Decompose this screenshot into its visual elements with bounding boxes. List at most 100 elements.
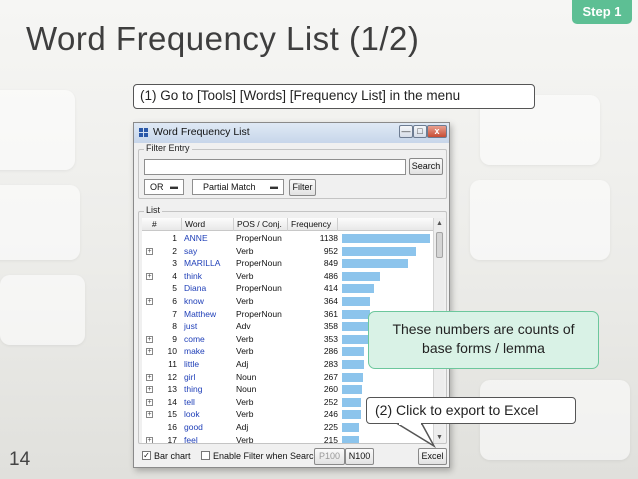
excel-export-button[interactable]: Excel <box>418 448 447 465</box>
frequency-bar <box>342 334 370 344</box>
frequency-bar <box>342 309 370 319</box>
row-number: 9 <box>172 333 177 344</box>
enable-filter-label: Enable Filter when Search <box>213 451 319 461</box>
row-pos: Verb <box>236 245 254 256</box>
window-title: Word Frequency List <box>153 126 250 138</box>
search-button[interactable]: Search <box>409 158 443 175</box>
column-header-word[interactable]: Word <box>182 218 234 231</box>
table-row[interactable]: +4 think Verb 486 <box>142 270 433 283</box>
row-number: 12 <box>167 371 177 382</box>
column-header-number[interactable]: # <box>142 218 182 231</box>
row-number: 8 <box>172 321 177 332</box>
row-frequency: 252 <box>323 396 338 407</box>
expand-plus-icon[interactable]: + <box>146 373 153 381</box>
row-frequency: 267 <box>323 371 338 382</box>
logic-select[interactable]: OR ▬ <box>144 179 184 195</box>
expand-plus-icon[interactable]: + <box>146 398 153 406</box>
frequency-bar <box>342 259 408 269</box>
table-row[interactable]: +12 girl Noun 267 <box>142 371 433 384</box>
enable-filter-checkbox[interactable] <box>201 451 210 460</box>
row-frequency: 486 <box>323 270 338 281</box>
row-frequency: 849 <box>323 258 338 269</box>
row-word: girl <box>184 371 196 382</box>
table-header: # Word POS / Conj. Frequency <box>142 218 433 231</box>
frequency-bar <box>342 347 365 357</box>
filter-entry-label: Filter Entry <box>144 143 192 153</box>
expand-plus-icon[interactable]: + <box>146 247 153 255</box>
table-row[interactable]: +2 say Verb 952 <box>142 245 433 258</box>
row-number: 3 <box>172 258 177 269</box>
frequency-bar <box>342 284 374 294</box>
expand-plus-icon[interactable]: + <box>146 272 153 280</box>
background-key <box>0 90 75 170</box>
chevron-down-icon: ▬ <box>270 182 278 191</box>
row-number: 4 <box>172 270 177 281</box>
close-button[interactable]: x <box>427 125 447 138</box>
match-mode-select[interactable]: Partial Match ▬ <box>192 179 284 195</box>
frequency-bar <box>342 397 362 407</box>
row-frequency: 260 <box>323 384 338 395</box>
maximize-button[interactable]: □ <box>413 125 427 138</box>
row-frequency: 353 <box>323 333 338 344</box>
row-number: 13 <box>167 384 177 395</box>
row-frequency: 361 <box>323 308 338 319</box>
table-row[interactable]: 5 Diana ProperNoun 414 <box>142 282 433 295</box>
table-row[interactable]: +6 know Verb 364 <box>142 295 433 308</box>
row-pos: Verb <box>236 333 254 344</box>
minimize-button[interactable]: — <box>399 125 413 138</box>
scroll-up-icon[interactable]: ▲ <box>434 218 445 229</box>
list-label: List <box>144 205 163 215</box>
frequency-bar <box>342 360 364 369</box>
row-pos: ProperNoun <box>236 283 282 294</box>
row-pos: Adv <box>236 321 251 332</box>
n100-button[interactable]: N100 <box>345 448 374 465</box>
row-pos: ProperNoun <box>236 308 282 319</box>
table-row[interactable]: +17 feel Verb 215 <box>142 434 433 443</box>
frequency-bar <box>342 271 380 281</box>
table-row[interactable]: +13 thing Noun 260 <box>142 383 433 396</box>
expand-plus-icon[interactable]: + <box>146 348 153 356</box>
row-frequency: 414 <box>323 283 338 294</box>
bar-chart-checkbox[interactable]: ✓ <box>142 451 151 460</box>
step-badge: Step 1 <box>572 0 632 24</box>
row-word: make <box>184 346 205 357</box>
table-row[interactable]: 1 ANNE ProperNoun 1138 <box>142 232 433 245</box>
row-word: know <box>184 296 204 306</box>
expand-plus-icon[interactable]: + <box>146 411 153 419</box>
slide-number: 14 <box>9 449 31 470</box>
row-word: ANNE <box>184 233 208 243</box>
filter-button[interactable]: Filter <box>289 179 316 196</box>
row-number: 1 <box>172 233 177 243</box>
frequency-bar <box>342 246 416 256</box>
window-titlebar[interactable]: Word Frequency List — □ x <box>134 123 449 143</box>
scrollbar-thumb[interactable] <box>436 232 443 258</box>
expand-plus-icon[interactable]: + <box>146 386 153 394</box>
row-word: good <box>184 422 203 432</box>
filter-input[interactable] <box>144 159 406 175</box>
expand-plus-icon[interactable]: + <box>146 298 153 305</box>
row-number: 15 <box>167 409 177 420</box>
export-instruction-callout: (2) Click to export to Excel <box>366 397 576 424</box>
row-word: feel <box>184 434 198 443</box>
row-pos: Verb <box>236 346 254 357</box>
row-number: 17 <box>167 434 177 443</box>
row-word: say <box>184 245 198 256</box>
frequency-bar <box>342 297 371 306</box>
row-word: think <box>184 270 202 281</box>
slide-title: Word Frequency List (1/2) <box>26 20 420 57</box>
bottom-bar: ✓ Bar chart Enable Filter when Search P1… <box>138 448 447 465</box>
scroll-down-icon[interactable]: ▼ <box>434 432 445 443</box>
row-pos: Noun <box>236 371 257 382</box>
menu-instruction-callout: (1) Go to [Tools] [Words] [Frequency Lis… <box>133 84 535 109</box>
expand-plus-icon[interactable]: + <box>146 335 153 343</box>
row-word: come <box>184 333 205 344</box>
row-number: 10 <box>167 346 177 357</box>
table-row[interactable]: 3 MARILLA ProperNoun 849 <box>142 257 433 270</box>
p100-button[interactable]: P100 <box>314 448 345 465</box>
column-header-pos[interactable]: POS / Conj. <box>234 218 288 231</box>
column-header-frequency[interactable]: Frequency <box>288 218 338 231</box>
expand-plus-icon[interactable]: + <box>146 436 153 443</box>
bar-chart-label: Bar chart <box>154 451 191 461</box>
frequency-bar <box>342 372 363 382</box>
row-number: 5 <box>172 283 177 294</box>
